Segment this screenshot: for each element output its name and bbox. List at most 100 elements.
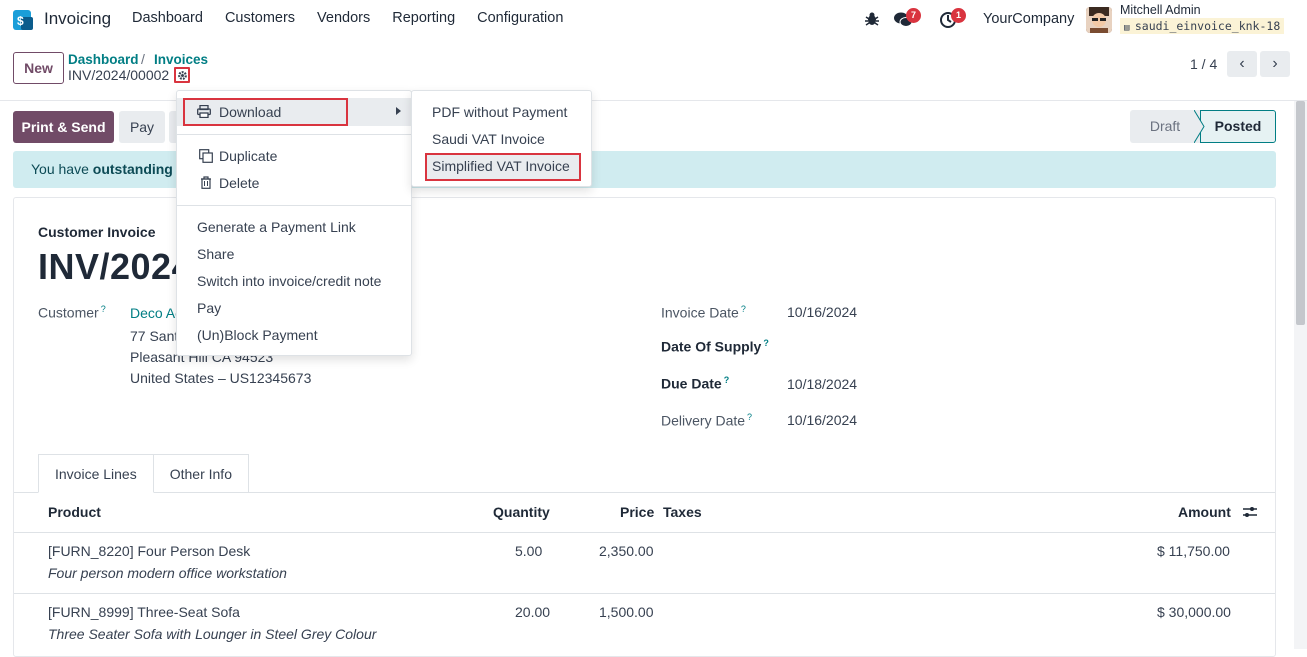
menu-configuration[interactable]: Configuration bbox=[477, 10, 563, 26]
debug-bug-icon[interactable] bbox=[864, 11, 880, 30]
menu-reporting[interactable]: Reporting bbox=[392, 10, 455, 26]
header-border bbox=[14, 532, 1275, 533]
row-amount: $ 30,000.00 bbox=[1157, 604, 1231, 620]
status-arrow-icon bbox=[1194, 110, 1205, 143]
help-icon[interactable]: ? bbox=[724, 375, 730, 385]
gear-icon[interactable] bbox=[174, 67, 190, 83]
customer-name[interactable]: Deco Ac bbox=[130, 305, 182, 321]
row-description: Four person modern office workstation bbox=[48, 565, 287, 581]
due-date-label: Due Date? bbox=[661, 375, 729, 392]
pay-item[interactable]: Pay bbox=[197, 300, 221, 316]
breadcrumb-separator: / bbox=[141, 51, 145, 67]
menu-divider bbox=[177, 205, 411, 206]
status-draft[interactable]: Draft bbox=[1130, 110, 1200, 143]
help-icon[interactable]: ? bbox=[747, 412, 752, 422]
share-item[interactable]: Share bbox=[197, 246, 234, 262]
row-product[interactable]: [FURN_8999] Three-Seat Sofa bbox=[48, 604, 240, 620]
duplicate-menu-item[interactable]: Duplicate bbox=[219, 148, 277, 164]
tab-invoice-lines[interactable]: Invoice Lines bbox=[38, 454, 154, 493]
svg-text:$: $ bbox=[17, 14, 24, 28]
column-settings-icon[interactable] bbox=[1242, 505, 1258, 522]
status-posted[interactable]: Posted bbox=[1200, 110, 1276, 143]
col-taxes[interactable]: Taxes bbox=[663, 504, 702, 520]
invoicing-app-icon[interactable]: $ bbox=[12, 8, 34, 32]
gear-dropdown-menu: Download Duplicate Delete Generate a Pay… bbox=[176, 90, 412, 356]
due-date-label-text: Due Date bbox=[661, 375, 722, 392]
print-send-button[interactable]: Print & Send bbox=[13, 111, 114, 143]
col-amount[interactable]: Amount bbox=[1178, 504, 1231, 520]
breadcrumb-invoices[interactable]: Invoices bbox=[154, 52, 208, 67]
row-price[interactable]: 1,500.00 bbox=[599, 604, 654, 620]
invoice-type: Customer Invoice bbox=[38, 224, 156, 240]
date-supply-label: Date Of Supply? bbox=[661, 338, 769, 355]
row-amount: $ 11,750.00 bbox=[1157, 543, 1230, 559]
help-icon[interactable]: ? bbox=[763, 338, 769, 348]
download-submenu: PDF without Payment Saudi VAT Invoice Si… bbox=[411, 90, 592, 187]
user-name[interactable]: Mitchell Admin bbox=[1120, 3, 1201, 17]
pay-button[interactable]: Pay bbox=[119, 111, 165, 143]
help-icon[interactable]: ? bbox=[741, 304, 746, 314]
saudi-vat-invoice-item[interactable]: Saudi VAT Invoice bbox=[432, 131, 545, 147]
delivery-date-value[interactable]: 10/16/2024 bbox=[787, 412, 857, 428]
activities-badge: 1 bbox=[951, 8, 966, 23]
delete-menu-item[interactable]: Delete bbox=[219, 175, 259, 191]
invoice-number: INV/2024 bbox=[38, 246, 193, 287]
download-label[interactable]: Download bbox=[219, 104, 281, 120]
alert-bold: outstanding bbox=[92, 161, 173, 177]
invoice-date-value[interactable]: 10/16/2024 bbox=[787, 304, 857, 320]
invoice-date-label-text: Invoice Date bbox=[661, 304, 739, 321]
col-price[interactable]: Price bbox=[620, 504, 654, 520]
pager-previous-button[interactable]: ‹ bbox=[1227, 51, 1257, 77]
scrollbar-thumb[interactable] bbox=[1296, 101, 1305, 325]
database-icon: ▤ bbox=[1124, 23, 1135, 33]
customer-label-text: Customer bbox=[38, 304, 99, 321]
user-avatar[interactable] bbox=[1086, 7, 1112, 33]
row-quantity[interactable]: 5.00 bbox=[515, 543, 542, 559]
customer-address-3: United States – US12345673 bbox=[130, 370, 312, 386]
generate-payment-link-item[interactable]: Generate a Payment Link bbox=[197, 219, 356, 235]
row-product[interactable]: [FURN_8220] Four Person Desk bbox=[48, 543, 250, 559]
row-price[interactable]: 2,350.00 bbox=[599, 543, 654, 559]
chevron-right-icon: › bbox=[1272, 55, 1278, 72]
switch-invoice-credit-note-item[interactable]: Switch into invoice/credit note bbox=[197, 273, 381, 289]
database-label: saudi_einvoice_knk-18 bbox=[1134, 19, 1281, 33]
row-description: Three Seater Sofa with Lounger in Steel … bbox=[48, 626, 377, 642]
app-name[interactable]: Invoicing bbox=[44, 9, 111, 29]
caret-right-icon bbox=[396, 107, 401, 115]
record-name: INV/2024/00002 bbox=[68, 67, 170, 83]
new-button[interactable]: New bbox=[13, 52, 64, 84]
menu-dashboard[interactable]: Dashboard bbox=[132, 10, 203, 26]
col-product[interactable]: Product bbox=[48, 504, 101, 520]
help-icon[interactable]: ? bbox=[101, 304, 106, 314]
trash-icon bbox=[200, 176, 212, 192]
row-quantity[interactable]: 20.00 bbox=[515, 604, 550, 620]
chevron-left-icon: ‹ bbox=[1239, 55, 1245, 72]
database-name: ▤ saudi_einvoice_knk-18 bbox=[1120, 18, 1285, 34]
menu-customers[interactable]: Customers bbox=[225, 10, 295, 26]
alert-prefix: You have bbox=[31, 161, 93, 177]
main-menu: Dashboard Customers Vendors Reporting Co… bbox=[132, 10, 585, 26]
breadcrumb-dashboard[interactable]: Dashboard bbox=[68, 52, 139, 67]
simplified-vat-invoice-item[interactable]: Simplified VAT Invoice bbox=[432, 158, 570, 174]
unblock-payment-item[interactable]: (Un)Block Payment bbox=[197, 327, 318, 343]
company-switcher[interactable]: YourCompany bbox=[983, 11, 1074, 27]
messages-badge: 7 bbox=[906, 8, 921, 23]
invoice-date-label: Invoice Date? bbox=[661, 304, 746, 321]
pager-next-button[interactable]: › bbox=[1260, 51, 1290, 77]
vertical-scrollbar[interactable] bbox=[1294, 101, 1307, 649]
table-top-border bbox=[14, 492, 1275, 493]
menu-divider bbox=[177, 134, 411, 135]
pdf-without-payment-item[interactable]: PDF without Payment bbox=[432, 104, 567, 120]
delivery-date-label-text: Delivery Date bbox=[661, 412, 746, 429]
duplicate-icon bbox=[199, 149, 213, 166]
date-supply-label-text: Date Of Supply bbox=[661, 338, 762, 355]
top-navbar: $ Invoicing Dashboard Customers Vendors … bbox=[0, 0, 1307, 40]
menu-vendors[interactable]: Vendors bbox=[317, 10, 370, 26]
col-quantity[interactable]: Quantity bbox=[493, 504, 550, 520]
pager-value[interactable]: 1 / 4 bbox=[1190, 56, 1217, 72]
customer-address-1: 77 Sant bbox=[130, 328, 179, 344]
tab-other-info[interactable]: Other Info bbox=[152, 454, 249, 493]
notebook-tabs: Invoice Lines Other Info bbox=[38, 454, 249, 493]
status-bar: Draft Posted bbox=[1130, 110, 1276, 143]
due-date-value[interactable]: 10/18/2024 bbox=[787, 376, 857, 392]
